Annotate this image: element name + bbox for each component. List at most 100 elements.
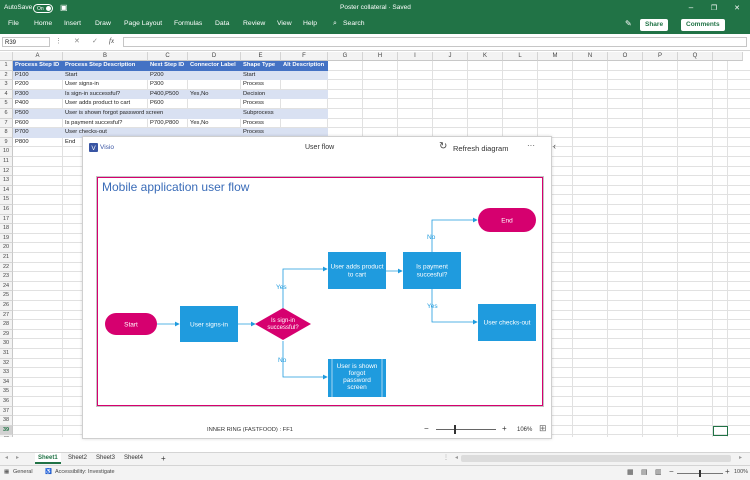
- column-header-f[interactable]: F: [281, 52, 328, 61]
- table-cell[interactable]: Is payment succesful?: [63, 119, 122, 129]
- table-cell[interactable]: User adds product to cart: [63, 99, 130, 109]
- table-cell[interactable]: P500: [13, 109, 29, 119]
- column-header-g[interactable]: G: [328, 52, 363, 61]
- table-cell[interactable]: P200: [148, 71, 164, 81]
- table-cell[interactable]: P200: [13, 80, 29, 90]
- row-header-1[interactable]: 1: [0, 61, 13, 71]
- row-header-35[interactable]: 35: [0, 387, 13, 397]
- column-header-p[interactable]: P: [643, 52, 678, 61]
- fx-icon[interactable]: fx: [109, 37, 114, 45]
- table-header-cell[interactable]: Next Step ID: [148, 61, 184, 71]
- row-header-25[interactable]: 25: [0, 291, 13, 301]
- table-cell[interactable]: P400: [13, 99, 29, 109]
- menu-page-layout[interactable]: Page Layout: [124, 20, 162, 27]
- row-header-29[interactable]: 29: [0, 329, 13, 340]
- row-header-27[interactable]: 27: [0, 310, 13, 321]
- row-header-7[interactable]: 7: [0, 118, 13, 129]
- menu-review[interactable]: Review: [243, 20, 265, 27]
- menu-draw[interactable]: Draw: [95, 20, 111, 27]
- status-zoom-thumb[interactable]: [699, 470, 701, 477]
- autosave-toggle[interactable]: On: [33, 4, 53, 13]
- table-cell[interactable]: P300: [13, 90, 29, 100]
- pen-icon[interactable]: ✎: [625, 19, 632, 28]
- row-header-28[interactable]: 28: [0, 320, 13, 330]
- table-header-cell[interactable]: Process Step ID: [13, 61, 59, 71]
- row-header-39[interactable]: 39: [0, 425, 13, 436]
- row-header-23[interactable]: 23: [0, 272, 13, 282]
- column-header-n[interactable]: N: [573, 52, 608, 61]
- enter-icon[interactable]: ✓: [92, 37, 98, 45]
- row-header-22[interactable]: 22: [0, 262, 13, 273]
- add-sheet-button[interactable]: +: [158, 453, 169, 464]
- search-box[interactable]: Search: [343, 20, 365, 27]
- row-header-12[interactable]: 12: [0, 166, 13, 177]
- table-cell[interactable]: P400,P500: [148, 90, 179, 100]
- hscroll-right-icon[interactable]: ▸: [736, 453, 745, 464]
- comments-button[interactable]: Comments: [681, 19, 725, 31]
- tab-sheet4[interactable]: Sheet4: [121, 453, 146, 464]
- table-cell[interactable]: Process: [241, 99, 264, 109]
- accessibility-icon[interactable]: ♿: [45, 469, 52, 475]
- table-cell[interactable]: Subprocess: [241, 109, 274, 119]
- row-header-21[interactable]: 21: [0, 253, 13, 263]
- close-icon[interactable]: ✕: [731, 4, 743, 12]
- status-zoom-in-icon[interactable]: +: [725, 467, 730, 476]
- column-header-m[interactable]: M: [538, 52, 573, 61]
- table-cell[interactable]: Yes,No: [188, 119, 208, 129]
- table-header-cell[interactable]: Connector Label: [188, 61, 236, 71]
- table-cell[interactable]: Is sign-in successful?: [63, 90, 120, 100]
- zoom-in-button[interactable]: +: [502, 424, 507, 433]
- row-header-33[interactable]: 33: [0, 368, 13, 378]
- table-cell[interactable]: Process: [241, 119, 264, 129]
- tab-sheet2[interactable]: Sheet2: [65, 453, 90, 464]
- column-header-c[interactable]: C: [148, 52, 188, 61]
- row-header-4[interactable]: 4: [0, 89, 13, 100]
- tab-sheet1[interactable]: Sheet1: [35, 453, 61, 464]
- row-header-2[interactable]: 2: [0, 70, 13, 81]
- row-header-34[interactable]: 34: [0, 377, 13, 388]
- refresh-icon[interactable]: ↻: [439, 141, 447, 152]
- row-header-40[interactable]: 40: [0, 435, 13, 437]
- row-header-13[interactable]: 13: [0, 176, 13, 186]
- menu-data[interactable]: Data: [215, 20, 229, 27]
- menu-file[interactable]: File: [8, 20, 19, 27]
- column-header-q[interactable]: Q: [678, 52, 713, 61]
- row-header-24[interactable]: 24: [0, 281, 13, 292]
- table-cell[interactable]: P100: [13, 71, 29, 81]
- accessibility-status[interactable]: Accessibility: Investigate: [55, 469, 115, 475]
- menu-insert[interactable]: Insert: [64, 20, 81, 27]
- table-cell[interactable]: Yes,No: [188, 90, 208, 100]
- table-cell[interactable]: Start: [63, 71, 77, 81]
- zoom-slider-thumb[interactable]: [454, 425, 456, 434]
- table-cell[interactable]: Process: [241, 80, 264, 90]
- zoom-slider[interactable]: [436, 425, 496, 434]
- page-layout-view-icon[interactable]: ▤: [641, 468, 648, 476]
- column-header-k[interactable]: K: [468, 52, 503, 61]
- collapse-chevron-icon[interactable]: ‹: [553, 141, 556, 151]
- table-header-cell[interactable]: Process Step Description: [63, 61, 135, 71]
- row-header-16[interactable]: 16: [0, 205, 13, 215]
- row-header-31[interactable]: 31: [0, 349, 13, 359]
- column-header-b[interactable]: B: [63, 52, 148, 61]
- table-cell[interactable]: P800: [13, 138, 29, 148]
- restore-icon[interactable]: ❐: [708, 4, 720, 12]
- scroll-right-icon[interactable]: ▸: [13, 453, 22, 464]
- table-cell[interactable]: P600: [148, 99, 164, 109]
- row-header-37[interactable]: 37: [0, 406, 13, 417]
- status-zoom-out-icon[interactable]: −: [669, 467, 674, 476]
- menu-help[interactable]: Help: [303, 20, 317, 27]
- row-header-17[interactable]: 17: [0, 214, 13, 225]
- formula-input[interactable]: [123, 37, 747, 47]
- refresh-diagram-button[interactable]: Refresh diagram: [453, 144, 508, 153]
- status-zoom-slider[interactable]: [677, 470, 723, 477]
- row-header-36[interactable]: 36: [0, 397, 13, 407]
- table-cell[interactable]: Decision: [241, 90, 265, 100]
- fit-page-icon[interactable]: ⊞: [539, 423, 547, 434]
- column-header-j[interactable]: J: [433, 52, 468, 61]
- row-header-20[interactable]: 20: [0, 243, 13, 253]
- row-header-9[interactable]: 9: [0, 137, 13, 148]
- normal-view-icon[interactable]: ▦: [627, 468, 634, 476]
- minimize-icon[interactable]: –: [685, 3, 697, 12]
- row-header-15[interactable]: 15: [0, 195, 13, 205]
- save-icon[interactable]: ▣: [60, 3, 68, 12]
